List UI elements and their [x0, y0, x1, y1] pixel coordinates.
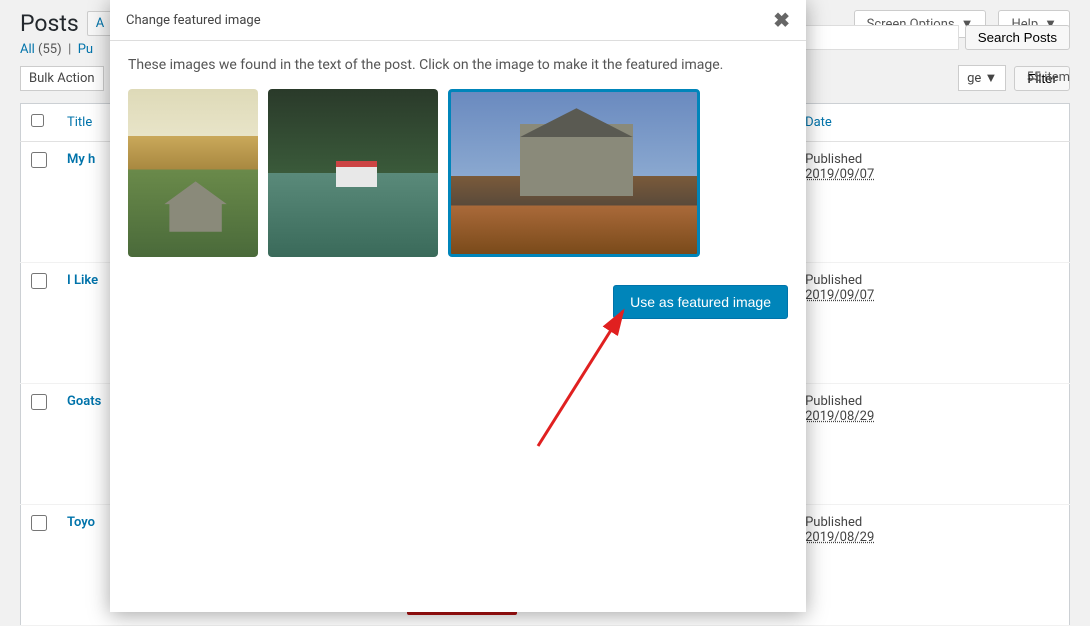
use-as-featured-button[interactable]: Use as featured image [613, 285, 788, 319]
modal-close-button[interactable]: ✖ [773, 8, 790, 32]
modal-message: These images we found in the text of the… [128, 57, 788, 73]
candidate-image-2[interactable] [268, 89, 438, 257]
modal-title: Change featured image [126, 13, 261, 28]
change-featured-image-modal: Change featured image ✖ These images we … [110, 0, 806, 612]
candidate-image-3-selected[interactable] [448, 89, 700, 257]
candidate-image-1[interactable] [128, 89, 258, 257]
